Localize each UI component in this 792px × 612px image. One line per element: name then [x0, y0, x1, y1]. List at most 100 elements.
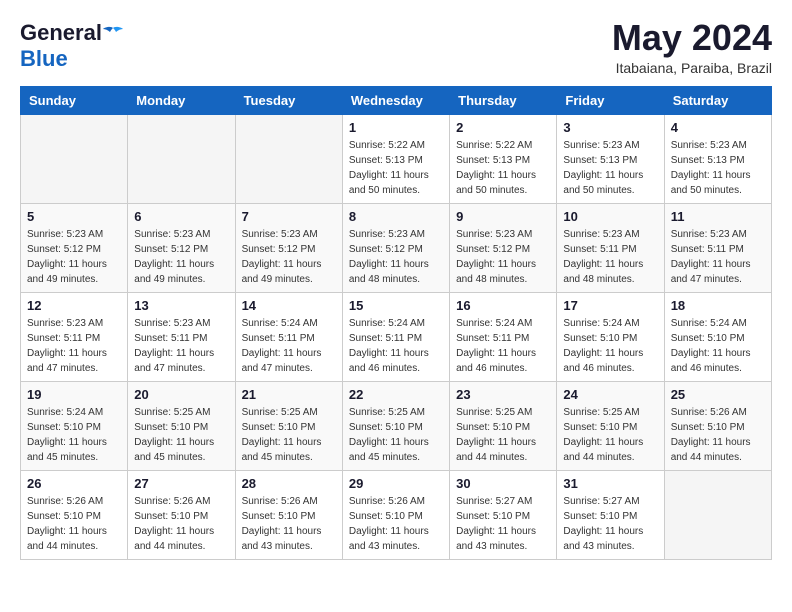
- day-info: Sunrise: 5:26 AMSunset: 5:10 PMDaylight:…: [134, 494, 228, 554]
- day-number: 26: [27, 476, 121, 491]
- day-info: Sunrise: 5:24 AMSunset: 5:11 PMDaylight:…: [242, 316, 336, 376]
- day-number: 19: [27, 387, 121, 402]
- page-header: General Blue May 2024 Itabaiana, Paraiba…: [20, 20, 772, 76]
- day-info: Sunrise: 5:25 AMSunset: 5:10 PMDaylight:…: [456, 405, 550, 465]
- day-info: Sunrise: 5:26 AMSunset: 5:10 PMDaylight:…: [242, 494, 336, 554]
- day-info: Sunrise: 5:27 AMSunset: 5:10 PMDaylight:…: [456, 494, 550, 554]
- day-number: 15: [349, 298, 443, 313]
- calendar-cell: 23 Sunrise: 5:25 AMSunset: 5:10 PMDayligh…: [450, 382, 557, 471]
- calendar-cell: 11 Sunrise: 5:23 AMSunset: 5:11 PMDayligh…: [664, 204, 771, 293]
- day-number: 8: [349, 209, 443, 224]
- weekday-header-friday: Friday: [557, 87, 664, 115]
- month-title: May 2024: [612, 20, 772, 56]
- day-number: 18: [671, 298, 765, 313]
- day-info: Sunrise: 5:24 AMSunset: 5:10 PMDaylight:…: [27, 405, 121, 465]
- day-info: Sunrise: 5:23 AMSunset: 5:12 PMDaylight:…: [27, 227, 121, 287]
- day-number: 3: [563, 120, 657, 135]
- calendar-week-row: 1 Sunrise: 5:22 AMSunset: 5:13 PMDaylight…: [21, 115, 772, 204]
- calendar-cell: 4Sunrise: 5:23 AMSunset: 5:13 PMDaylight…: [664, 115, 771, 204]
- calendar-cell: 19 Sunrise: 5:24 AMSunset: 5:10 PMDayligh…: [21, 382, 128, 471]
- logo: General Blue: [20, 20, 124, 72]
- calendar-cell: 26Sunrise: 5:26 AMSunset: 5:10 PMDayligh…: [21, 471, 128, 560]
- calendar-cell: 18 Sunrise: 5:24 AMSunset: 5:10 PMDayligh…: [664, 293, 771, 382]
- calendar-week-row: 5 Sunrise: 5:23 AMSunset: 5:12 PMDaylight…: [21, 204, 772, 293]
- calendar-cell: 9Sunrise: 5:23 AMSunset: 5:12 PMDaylight…: [450, 204, 557, 293]
- day-info: Sunrise: 5:25 AMSunset: 5:10 PMDaylight:…: [563, 405, 657, 465]
- calendar-cell: 1 Sunrise: 5:22 AMSunset: 5:13 PMDaylight…: [342, 115, 449, 204]
- day-number: 11: [671, 209, 765, 224]
- calendar-cell: 10 Sunrise: 5:23 AMSunset: 5:11 PMDayligh…: [557, 204, 664, 293]
- day-number: 27: [134, 476, 228, 491]
- calendar-cell: 13Sunrise: 5:23 AMSunset: 5:11 PMDayligh…: [128, 293, 235, 382]
- day-number: 10: [563, 209, 657, 224]
- calendar-cell: [21, 115, 128, 204]
- day-number: 31: [563, 476, 657, 491]
- day-number: 7: [242, 209, 336, 224]
- calendar-cell: 7 Sunrise: 5:23 AMSunset: 5:12 PMDaylight…: [235, 204, 342, 293]
- calendar-cell: [235, 115, 342, 204]
- calendar-cell: 12Sunrise: 5:23 AMSunset: 5:11 PMDayligh…: [21, 293, 128, 382]
- day-info: Sunrise: 5:23 AMSunset: 5:12 PMDaylight:…: [242, 227, 336, 287]
- calendar-cell: 22 Sunrise: 5:25 AMSunset: 5:10 PMDayligh…: [342, 382, 449, 471]
- day-info: Sunrise: 5:24 AMSunset: 5:10 PMDaylight:…: [563, 316, 657, 376]
- day-number: 28: [242, 476, 336, 491]
- calendar-cell: 31 Sunrise: 5:27 AMSunset: 5:10 PMDayligh…: [557, 471, 664, 560]
- day-info: Sunrise: 5:23 AMSunset: 5:12 PMDaylight:…: [134, 227, 228, 287]
- logo-bird-icon: [103, 26, 123, 42]
- calendar-cell: 27 Sunrise: 5:26 AMSunset: 5:10 PMDayligh…: [128, 471, 235, 560]
- day-info: Sunrise: 5:23 AMSunset: 5:11 PMDaylight:…: [27, 316, 121, 376]
- day-info: Sunrise: 5:25 AMSunset: 5:10 PMDaylight:…: [134, 405, 228, 465]
- weekday-header-sunday: Sunday: [21, 87, 128, 115]
- calendar-cell: 30 Sunrise: 5:27 AMSunset: 5:10 PMDayligh…: [450, 471, 557, 560]
- weekday-header-monday: Monday: [128, 87, 235, 115]
- logo-text: General: [20, 20, 124, 46]
- weekday-header-saturday: Saturday: [664, 87, 771, 115]
- day-info: Sunrise: 5:23 AMSunset: 5:13 PMDaylight:…: [563, 138, 657, 198]
- title-section: May 2024 Itabaiana, Paraiba, Brazil: [612, 20, 772, 76]
- day-info: Sunrise: 5:23 AMSunset: 5:13 PMDaylight:…: [671, 138, 765, 198]
- day-number: 30: [456, 476, 550, 491]
- calendar-cell: 24Sunrise: 5:25 AMSunset: 5:10 PMDayligh…: [557, 382, 664, 471]
- calendar-cell: 25 Sunrise: 5:26 AMSunset: 5:10 PMDayligh…: [664, 382, 771, 471]
- day-info: Sunrise: 5:25 AMSunset: 5:10 PMDaylight:…: [242, 405, 336, 465]
- day-info: Sunrise: 5:25 AMSunset: 5:10 PMDaylight:…: [349, 405, 443, 465]
- day-info: Sunrise: 5:24 AMSunset: 5:10 PMDaylight:…: [671, 316, 765, 376]
- day-number: 20: [134, 387, 228, 402]
- day-number: 5: [27, 209, 121, 224]
- calendar-cell: 21Sunrise: 5:25 AMSunset: 5:10 PMDayligh…: [235, 382, 342, 471]
- day-info: Sunrise: 5:23 AMSunset: 5:11 PMDaylight:…: [563, 227, 657, 287]
- day-info: Sunrise: 5:22 AMSunset: 5:13 PMDaylight:…: [456, 138, 550, 198]
- day-info: Sunrise: 5:24 AMSunset: 5:11 PMDaylight:…: [349, 316, 443, 376]
- weekday-header-row: SundayMondayTuesdayWednesdayThursdayFrid…: [21, 87, 772, 115]
- day-info: Sunrise: 5:23 AMSunset: 5:12 PMDaylight:…: [349, 227, 443, 287]
- day-info: Sunrise: 5:27 AMSunset: 5:10 PMDaylight:…: [563, 494, 657, 554]
- day-info: Sunrise: 5:24 AMSunset: 5:11 PMDaylight:…: [456, 316, 550, 376]
- weekday-header-tuesday: Tuesday: [235, 87, 342, 115]
- calendar-cell: 3 Sunrise: 5:23 AMSunset: 5:13 PMDaylight…: [557, 115, 664, 204]
- day-number: 23: [456, 387, 550, 402]
- logo-blue: Blue: [20, 46, 68, 72]
- calendar-cell: 20 Sunrise: 5:25 AMSunset: 5:10 PMDayligh…: [128, 382, 235, 471]
- day-number: 16: [456, 298, 550, 313]
- calendar-cell: 2Sunrise: 5:22 AMSunset: 5:13 PMDaylight…: [450, 115, 557, 204]
- day-info: Sunrise: 5:23 AMSunset: 5:11 PMDaylight:…: [134, 316, 228, 376]
- day-number: 14: [242, 298, 336, 313]
- calendar-cell: [128, 115, 235, 204]
- day-number: 22: [349, 387, 443, 402]
- calendar-cell: 17Sunrise: 5:24 AMSunset: 5:10 PMDayligh…: [557, 293, 664, 382]
- location: Itabaiana, Paraiba, Brazil: [612, 60, 772, 76]
- calendar-week-row: 26 Sunrise: 5:26 AMSunset: 5:10 PMDayligh…: [21, 471, 772, 560]
- calendar-table: SundayMondayTuesdayWednesdayThursdayFrid…: [20, 86, 772, 560]
- day-number: 6: [134, 209, 228, 224]
- day-info: Sunrise: 5:26 AMSunset: 5:10 PMDaylight:…: [671, 405, 765, 465]
- day-info: Sunrise: 5:22 AMSunset: 5:13 PMDaylight:…: [349, 138, 443, 198]
- day-info: Sunrise: 5:23 AMSunset: 5:11 PMDaylight:…: [671, 227, 765, 287]
- calendar-cell: 6 Sunrise: 5:23 AMSunset: 5:12 PMDaylight…: [128, 204, 235, 293]
- day-number: 25: [671, 387, 765, 402]
- day-number: 1: [349, 120, 443, 135]
- day-number: 9: [456, 209, 550, 224]
- calendar-cell: 14 Sunrise: 5:24 AMSunset: 5:11 PMDayligh…: [235, 293, 342, 382]
- calendar-cell: 15 Sunrise: 5:24 AMSunset: 5:11 PMDayligh…: [342, 293, 449, 382]
- weekday-header-wednesday: Wednesday: [342, 87, 449, 115]
- calendar-cell: 8 Sunrise: 5:23 AMSunset: 5:12 PMDaylight…: [342, 204, 449, 293]
